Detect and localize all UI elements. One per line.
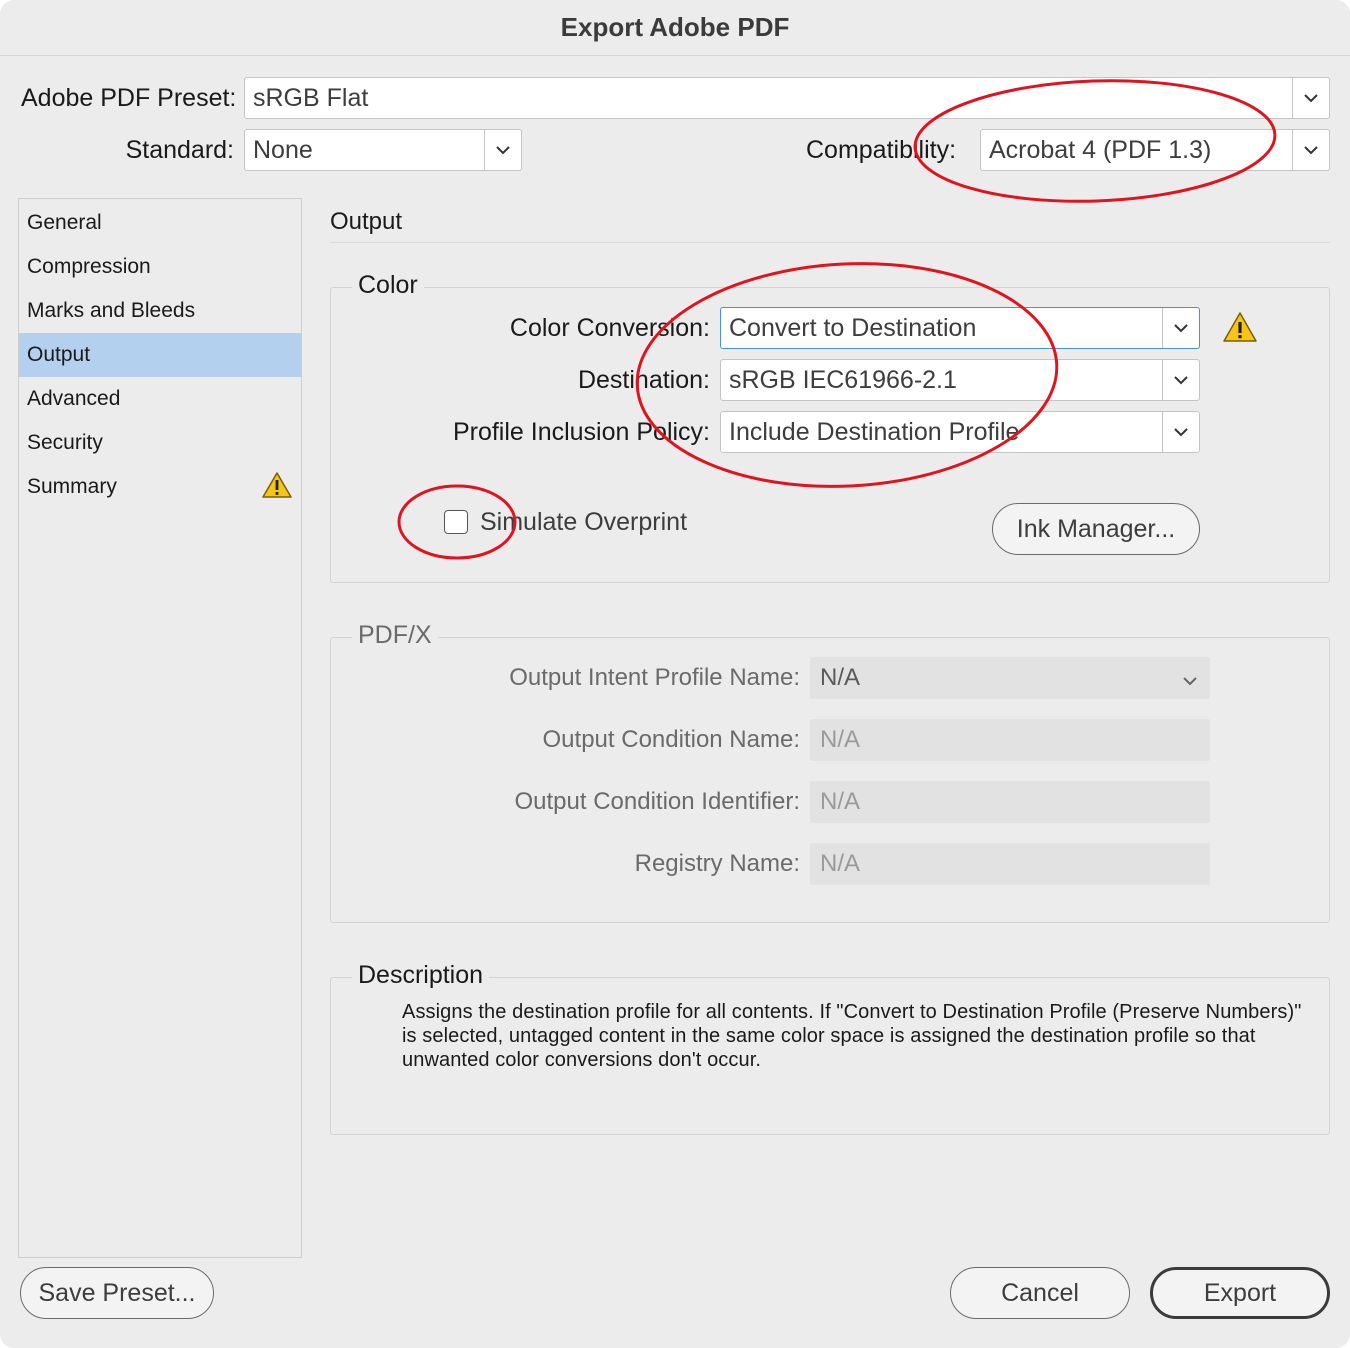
export-pdf-dialog: Export Adobe PDF Adobe PDF Preset: sRGB … <box>0 0 1350 1348</box>
preset-select[interactable]: sRGB Flat <box>244 77 1330 119</box>
color-legend: Color <box>352 271 424 300</box>
cancel-button[interactable]: Cancel <box>950 1267 1130 1319</box>
sidebar-item-advanced[interactable]: Advanced <box>19 377 301 421</box>
sidebar-item-summary[interactable]: Summary <box>19 465 301 509</box>
profile-inclusion-value: Include Destination Profile <box>729 418 1020 446</box>
output-intent-label: Output Intent Profile Name: <box>509 664 800 691</box>
chevron-down-icon[interactable] <box>1162 360 1199 400</box>
output-condition-id-label: Output Condition Identifier: <box>514 788 800 815</box>
description-legend: Description <box>352 961 490 990</box>
output-condition-id-field: N/A <box>810 781 1210 823</box>
ink-manager-button[interactable]: Ink Manager... <box>992 503 1200 555</box>
chevron-down-icon[interactable] <box>1162 308 1199 348</box>
chevron-down-icon[interactable] <box>1292 78 1329 118</box>
compatibility-select[interactable]: Acrobat 4 (PDF 1.3) <box>980 129 1330 171</box>
standard-value: None <box>253 136 313 164</box>
standard-select[interactable]: None <box>244 129 522 171</box>
profile-inclusion-label: Profile Inclusion Policy: <box>452 418 710 446</box>
warning-icon <box>261 471 293 515</box>
destination-select[interactable]: sRGB IEC61966-2.1 <box>720 359 1200 401</box>
sidebar-item-label: General <box>27 211 102 234</box>
simulate-overprint-label: Simulate Overprint <box>480 508 688 536</box>
color-conversion-value: Convert to Destination <box>729 314 977 342</box>
standard-label: Standard: <box>125 136 234 164</box>
color-conversion-select[interactable]: Convert to Destination <box>720 307 1200 349</box>
pdfx-legend: PDF/X <box>352 621 438 650</box>
sidebar-item-output[interactable]: Output <box>19 333 301 377</box>
window-title: Export Adobe PDF <box>560 12 790 42</box>
color-conversion-label: Color Conversion: <box>509 314 710 342</box>
compatibility-value: Acrobat 4 (PDF 1.3) <box>989 136 1212 164</box>
panel-title: Output <box>330 208 403 235</box>
save-preset-button[interactable]: Save Preset... <box>20 1267 214 1319</box>
preset-label: Adobe PDF Preset: <box>21 84 237 112</box>
divider <box>330 242 1330 243</box>
chevron-down-icon[interactable] <box>1162 412 1199 452</box>
output-condition-name-value: N/A <box>820 726 861 753</box>
chevron-down-icon[interactable] <box>1292 130 1329 170</box>
output-condition-name-label: Output Condition Name: <box>542 726 800 753</box>
sidebar-item-label: Advanced <box>27 387 121 410</box>
sidebar-item-label: Marks and Bleeds <box>27 299 196 322</box>
output-condition-id-value: N/A <box>820 788 861 815</box>
profile-inclusion-select[interactable]: Include Destination Profile <box>720 411 1200 453</box>
sidebar-item-compression[interactable]: Compression <box>19 245 301 289</box>
sidebar-item-label: Summary <box>27 475 117 498</box>
sidebar-item-security[interactable]: Security <box>19 421 301 465</box>
sidebar-item-label: Security <box>27 431 103 454</box>
registry-name-value: N/A <box>820 850 861 877</box>
registry-name-label: Registry Name: <box>634 850 800 877</box>
category-sidebar: General Compression Marks and Bleeds Out… <box>18 198 302 1258</box>
chevron-down-icon[interactable] <box>484 130 521 170</box>
registry-name-field: N/A <box>810 843 1210 885</box>
output-condition-name-field: N/A <box>810 719 1210 761</box>
title-bar: Export Adobe PDF <box>0 0 1350 56</box>
sidebar-item-marks-and-bleeds[interactable]: Marks and Bleeds <box>19 289 301 333</box>
export-button[interactable]: Export <box>1150 1267 1330 1319</box>
destination-value: sRGB IEC61966-2.1 <box>729 366 957 394</box>
sidebar-item-general[interactable]: General <box>19 201 301 245</box>
preset-value: sRGB Flat <box>253 84 369 112</box>
output-intent-value: N/A <box>820 664 861 691</box>
warning-icon <box>1222 311 1258 348</box>
compatibility-label: Compatibility: <box>806 136 957 164</box>
sidebar-item-label: Output <box>27 343 91 366</box>
destination-label: Destination: <box>577 366 710 394</box>
sidebar-item-label: Compression <box>27 255 151 278</box>
output-intent-select: N/A <box>810 657 1210 699</box>
simulate-overprint-checkbox[interactable] <box>444 510 468 534</box>
chevron-down-icon <box>1182 673 1198 691</box>
description-text: Assigns the destination profile for all … <box>402 1001 1302 1071</box>
